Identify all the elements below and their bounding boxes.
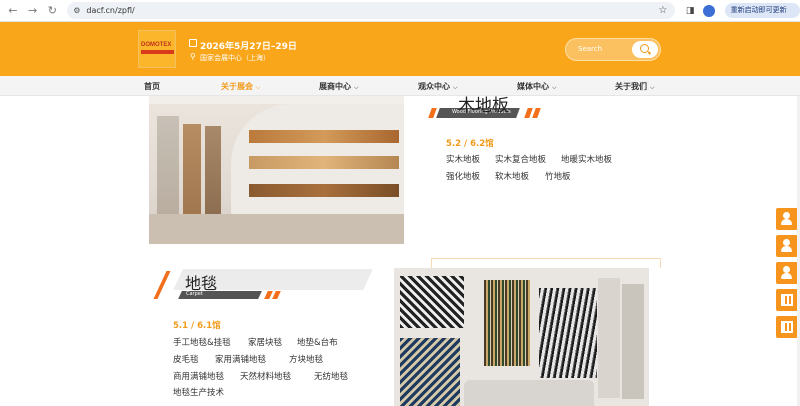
carpet-tag[interactable]: 家用满铺地毯 bbox=[215, 353, 266, 365]
person-icon bbox=[783, 239, 790, 246]
domotex-logo[interactable]: DOMOTEX bbox=[138, 30, 176, 68]
carpet-swatch bbox=[622, 284, 644, 399]
photo-ceiling bbox=[149, 96, 404, 104]
main-nav: 首页 关于展会 ⌵ 展商中心 ⌵ 观众中心 ⌵ 媒体中心 ⌵ 关于我们 ⌵ bbox=[0, 76, 800, 96]
bookmark-star-icon[interactable]: ☆ bbox=[658, 5, 667, 16]
browser-toolbar: ← → ↻ ⚙ dacf.cn/zpfl/ ☆ ◨ 重新启动即可更新⋮ bbox=[0, 0, 800, 29]
nav-label: 观众中心 bbox=[418, 82, 450, 91]
carpet-hall-label: 5.1 / 6.1馆 bbox=[173, 321, 221, 331]
carpet-tag[interactable]: 手工地毯&挂毯 bbox=[173, 336, 231, 348]
wood-tag[interactable]: 软木地板 bbox=[495, 170, 529, 182]
person-icon bbox=[783, 266, 790, 273]
search-icon bbox=[640, 44, 649, 53]
wood-tag[interactable]: 实木地板 bbox=[446, 153, 480, 165]
carpet-tag[interactable]: 地垫&台布 bbox=[297, 336, 338, 348]
profile-avatar[interactable] bbox=[702, 4, 715, 17]
photo-floor bbox=[149, 214, 404, 244]
person-body bbox=[781, 246, 792, 252]
nav-label: 展商中心 bbox=[319, 82, 351, 91]
photo-plank bbox=[249, 184, 399, 197]
wood-flooring-photo bbox=[149, 96, 404, 244]
wood-tag[interactable]: 竹地板 bbox=[545, 170, 571, 182]
search-button[interactable] bbox=[632, 41, 658, 58]
person-body bbox=[781, 219, 792, 225]
nav-item-about-us[interactable]: 关于我们 ⌵ bbox=[615, 81, 655, 92]
carpet-tag[interactable]: 家居块毯 bbox=[248, 336, 282, 348]
photo-door-panel bbox=[183, 124, 201, 216]
chevron-down-icon: ⌵ bbox=[650, 84, 655, 91]
side-qrcode-button-2[interactable] bbox=[776, 316, 798, 338]
photo-frame-accent bbox=[431, 258, 661, 268]
chevron-down-icon: ⌵ bbox=[354, 84, 359, 91]
forward-icon[interactable]: → bbox=[26, 4, 40, 18]
photo-plank bbox=[249, 130, 399, 143]
carpet-tag[interactable]: 商用满铺地毯 bbox=[173, 370, 224, 382]
chevron-down-icon: ⌵ bbox=[256, 84, 261, 91]
back-icon[interactable]: ← bbox=[6, 4, 20, 18]
sofa bbox=[464, 380, 594, 406]
carpet-tag[interactable]: 地毯生产技术 bbox=[173, 386, 224, 398]
search-input[interactable]: Search bbox=[578, 45, 602, 53]
wood-section-title: 木地板 bbox=[458, 96, 509, 116]
nav-label: 媒体中心 bbox=[517, 82, 549, 91]
logo-text: DOMOTEX bbox=[141, 42, 172, 48]
carpet-tag[interactable]: 天然材料地毯 bbox=[240, 370, 291, 382]
nav-item-media-center[interactable]: 媒体中心 ⌵ bbox=[517, 81, 557, 92]
carpet-swatch bbox=[400, 338, 460, 406]
photo-door-panel bbox=[205, 126, 221, 214]
nav-label: 首页 bbox=[144, 82, 160, 91]
location-pin-icon: ⚲ bbox=[190, 52, 196, 61]
carpet-tag[interactable]: 皮毛毯 bbox=[173, 353, 199, 365]
calendar-icon bbox=[189, 39, 197, 47]
nav-label: 关于展会 bbox=[221, 82, 253, 91]
person-icon bbox=[783, 212, 790, 219]
chevron-down-icon: ⌵ bbox=[453, 84, 458, 91]
carpet-swatch bbox=[598, 278, 620, 398]
nav-item-home[interactable]: 首页 bbox=[144, 81, 160, 92]
wood-tag[interactable]: 实木复合地板 bbox=[495, 153, 546, 165]
wood-hall-label: 5.2 / 6.2馆 bbox=[446, 139, 494, 149]
event-date: 2026年5月27日–29日 bbox=[200, 42, 297, 52]
event-venue: 国家会展中心（上海） bbox=[200, 54, 270, 62]
logo-bar bbox=[141, 50, 174, 54]
search-box[interactable]: Search bbox=[565, 38, 661, 61]
address-bar[interactable]: ⚙ dacf.cn/zpfl/ ☆ bbox=[67, 2, 676, 19]
sidebar-icon[interactable]: ◨ bbox=[683, 4, 697, 18]
side-contact-button[interactable] bbox=[776, 262, 798, 284]
carpet-swatch bbox=[539, 288, 597, 378]
carpet-tag[interactable]: 无纺地毯 bbox=[314, 370, 348, 382]
site-header: DOMOTEX 2026年5月27日–29日 ⚲ 国家会展中心（上海） Sear… bbox=[0, 22, 800, 76]
photo-plank bbox=[249, 156, 399, 169]
carpet-swatch bbox=[484, 280, 530, 366]
site-info-icon[interactable]: ⚙ bbox=[73, 6, 80, 15]
chevron-down-icon: ⌵ bbox=[552, 84, 557, 91]
carpet-swatch bbox=[400, 276, 464, 328]
url-text: dacf.cn/zpfl/ bbox=[86, 6, 135, 15]
photo-door-panel bbox=[157, 116, 179, 216]
nav-item-visitor-center[interactable]: 观众中心 ⌵ bbox=[418, 81, 458, 92]
side-qrcode-button[interactable] bbox=[776, 289, 798, 311]
nav-item-exhibitor-center[interactable]: 展商中心 ⌵ bbox=[319, 81, 359, 92]
nav-label: 关于我们 bbox=[615, 82, 647, 91]
carpet-photo bbox=[394, 268, 649, 406]
carpet-tag[interactable]: 方块地毯 bbox=[289, 353, 323, 365]
carpet-section-title: 地毯 bbox=[185, 274, 218, 293]
side-exhibitor-register-button[interactable] bbox=[776, 208, 798, 230]
stripe bbox=[532, 108, 541, 118]
qrcode-icon bbox=[781, 321, 793, 333]
wood-tag[interactable]: 强化地板 bbox=[446, 170, 480, 182]
stripe bbox=[153, 271, 171, 299]
nav-item-about-show[interactable]: 关于展会 ⌵ bbox=[221, 81, 261, 92]
qrcode-icon bbox=[781, 294, 793, 306]
update-label: 重新启动即可更新 bbox=[730, 6, 787, 14]
person-body bbox=[781, 273, 792, 279]
reload-icon[interactable]: ↻ bbox=[45, 4, 59, 18]
update-button[interactable]: 重新启动即可更新⋮ bbox=[724, 3, 800, 29]
wood-tag[interactable]: 地暖实木地板 bbox=[561, 153, 612, 165]
side-visitor-register-button[interactable] bbox=[776, 235, 798, 257]
stripe bbox=[272, 291, 281, 299]
